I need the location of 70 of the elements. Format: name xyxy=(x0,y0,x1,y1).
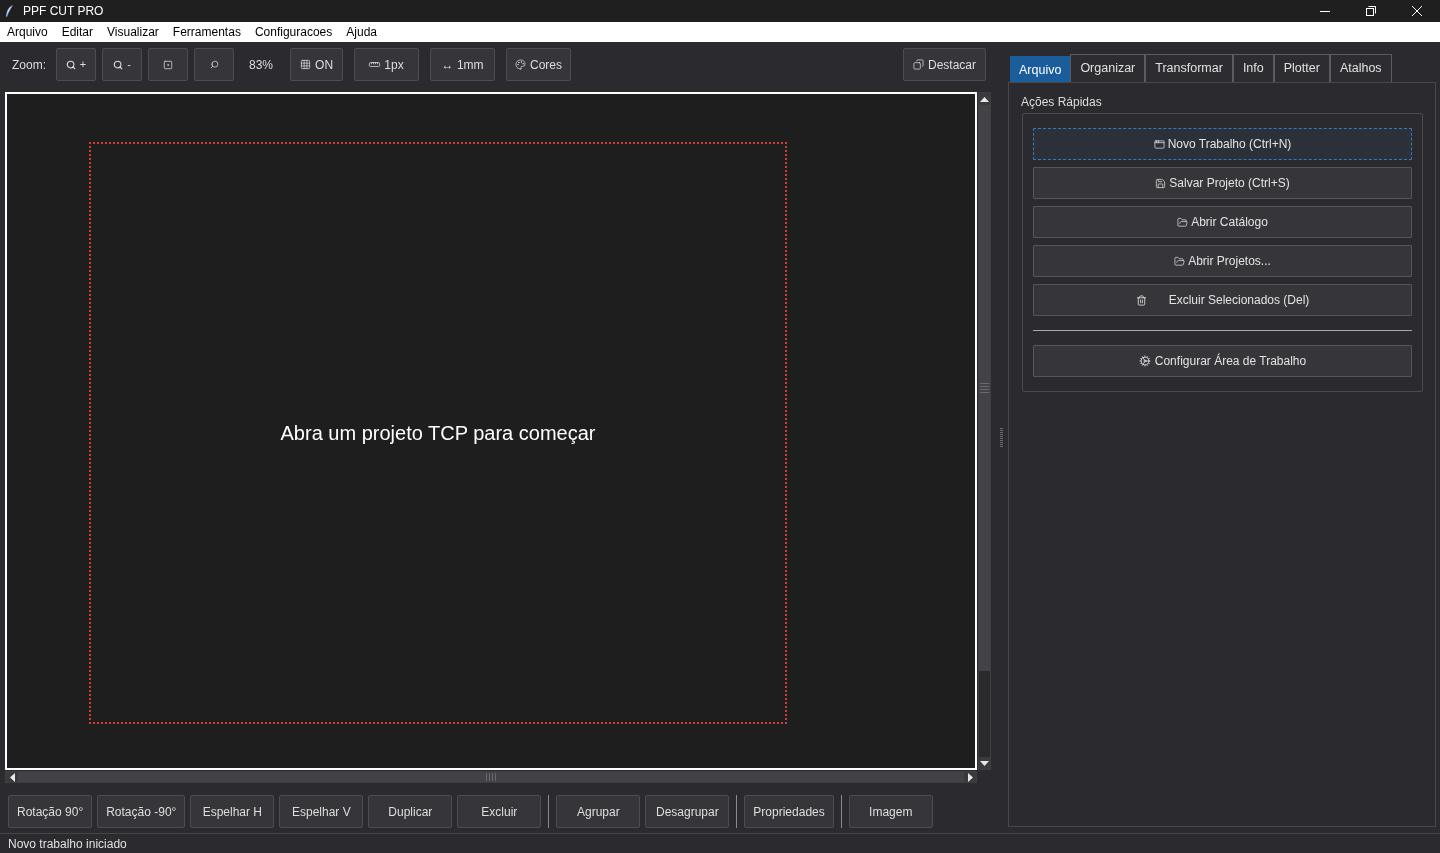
restore-icon xyxy=(1366,6,1376,16)
toolbar-button[interactable]: ON xyxy=(290,48,344,81)
action-button[interactable]: Excluir xyxy=(457,795,542,828)
scroll-left-icon[interactable] xyxy=(9,772,15,782)
quick-action-button[interactable]: Excluir Selecionados (Del) xyxy=(1033,284,1412,316)
menu-item[interactable]: Editar xyxy=(54,22,101,42)
scroll-down-icon[interactable] xyxy=(980,760,989,766)
search-button[interactable] xyxy=(194,48,234,81)
quick-action-button[interactable]: Abrir Projetos... xyxy=(1033,245,1412,277)
quick-action-button[interactable]: Abrir Catálogo xyxy=(1033,206,1412,238)
toolbar-button[interactable]: 1px xyxy=(354,48,420,81)
scroll-up-icon[interactable] xyxy=(980,96,989,102)
magnifier-icon xyxy=(65,59,76,70)
window-title: PPF CUT PRO xyxy=(23,3,104,20)
panel-tab[interactable]: Organizar xyxy=(1070,54,1146,82)
scroll-right-icon[interactable] xyxy=(967,772,973,782)
vertical-scrollbar[interactable] xyxy=(978,92,991,770)
scrollbar-thumb[interactable] xyxy=(18,772,964,782)
panel-tab[interactable]: Atalhos xyxy=(1329,54,1392,82)
fit-icon xyxy=(163,59,173,70)
quick-action-button[interactable]: Novo Trabalho (Ctrl+N) xyxy=(1033,128,1412,160)
gear-icon xyxy=(1138,355,1151,367)
menu-item[interactable]: Visualizar xyxy=(100,22,166,42)
trash-icon xyxy=(1135,294,1147,306)
configure-workspace-button[interactable]: Configurar Área de Trabalho xyxy=(1033,345,1412,377)
drawing-canvas[interactable]: Abra um projeto TCP para começar xyxy=(5,92,977,770)
zoom-out-button[interactable]: - xyxy=(102,48,142,81)
action-button[interactable]: Imagem xyxy=(848,795,933,828)
status-text: Novo trabalho iniciado xyxy=(8,835,127,853)
save-icon xyxy=(1155,177,1167,189)
splitter-handle[interactable] xyxy=(1000,428,1003,447)
quick-action-button[interactable]: Salvar Projeto (Ctrl+S) xyxy=(1033,167,1412,199)
action-button[interactable]: Desagrupar xyxy=(645,795,730,828)
panel-tab[interactable]: Plotter xyxy=(1273,54,1330,82)
magnifier-icon xyxy=(113,59,124,70)
overlapping-squares-icon xyxy=(913,59,924,70)
search-icon xyxy=(209,60,219,69)
zoom-value: 83% xyxy=(249,56,274,74)
palette-icon xyxy=(515,59,527,70)
action-button[interactable]: Agrupar xyxy=(556,795,641,828)
menu-item[interactable]: Ferramentas xyxy=(165,22,248,42)
horizontal-scrollbar[interactable] xyxy=(5,771,977,783)
action-button[interactable]: Rotação 90° xyxy=(8,795,93,828)
close-icon xyxy=(1412,6,1422,16)
toolbar-button[interactable]: ↔ 1mm xyxy=(430,48,496,81)
action-button[interactable]: Espelhar V xyxy=(279,795,364,828)
feather-icon xyxy=(5,5,13,17)
detach-button[interactable]: Destacar xyxy=(903,48,986,81)
minimize-icon xyxy=(1320,10,1330,12)
canvas-message: Abra um projeto TCP para começar xyxy=(280,421,596,446)
window-icon xyxy=(1153,138,1165,150)
folder-icon xyxy=(1177,216,1189,228)
panel-tab[interactable]: Arquivo xyxy=(1010,56,1071,82)
scrollbar-thumb[interactable] xyxy=(979,105,990,671)
menu-item[interactable]: Configuracoes xyxy=(247,22,340,42)
zoom-label: Zoom: xyxy=(12,56,46,74)
section-title: Ações Rápidas xyxy=(1021,95,1102,109)
action-button[interactable]: Duplicar xyxy=(368,795,453,828)
toolbar-button[interactable]: Cores xyxy=(506,48,572,81)
fit-button[interactable] xyxy=(148,48,188,81)
action-button[interactable]: Espelhar H xyxy=(190,795,275,828)
action-button[interactable]: Rotação -90° xyxy=(97,795,186,828)
grid-icon xyxy=(300,59,312,70)
panel-tab[interactable]: Info xyxy=(1232,54,1274,82)
zoom-in-button[interactable]: + xyxy=(56,48,96,81)
menu-item[interactable]: Ajuda xyxy=(339,22,384,42)
panel-tab[interactable]: Transformar xyxy=(1145,54,1233,82)
menu-item[interactable]: Arquivo xyxy=(0,22,55,42)
folder-icon xyxy=(1174,255,1186,267)
action-button[interactable]: Propriedades xyxy=(744,795,834,828)
